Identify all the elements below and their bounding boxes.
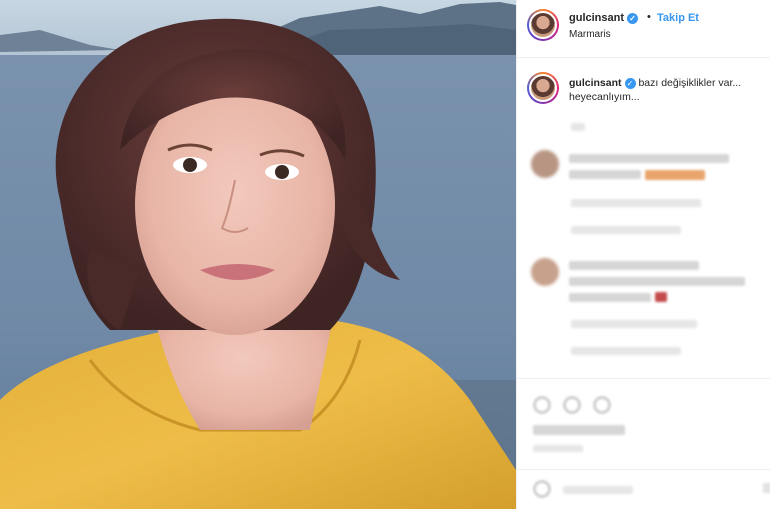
post-photo — [0, 0, 516, 509]
comment-text-blurred — [569, 261, 699, 270]
verified-badge-icon: ✓ — [624, 77, 636, 89]
comment-meta-blurred — [571, 320, 697, 328]
separator-dot: • — [647, 11, 651, 23]
caption: gulcinsant ✓ bazı değişiklikler var... he… — [569, 76, 749, 104]
divider — [517, 378, 770, 379]
verified-badge-icon: ✓ — [627, 12, 639, 24]
comment-icon[interactable] — [563, 396, 581, 414]
follow-button[interactable]: Takip Et — [657, 12, 699, 24]
comment-avatar — [531, 150, 559, 178]
location-link[interactable]: Marmaris — [569, 29, 611, 40]
replies-link-blurred — [571, 226, 681, 234]
post-header: gulcinsant ✓ • Takip Et Marmaris — [517, 0, 770, 58]
divider — [517, 469, 770, 470]
comment-emoji-blurred — [645, 170, 705, 180]
comment-input-blurred[interactable] — [563, 486, 633, 494]
comment-text-blurred — [569, 277, 745, 286]
likes-count-blurred — [533, 425, 625, 435]
post-sidebar: gulcinsant ✓ • Takip Et Marmaris gulcinsa… — [516, 0, 770, 509]
username-text[interactable]: gulcinsant — [569, 12, 624, 24]
replies-link-blurred — [571, 347, 681, 355]
comment-text-blurred — [569, 293, 651, 302]
header-username[interactable]: gulcinsant ✓ — [569, 12, 639, 24]
post-date-blurred — [533, 445, 583, 452]
caption-username[interactable]: gulcinsant — [569, 77, 622, 89]
caption-time-blurred — [571, 123, 585, 131]
comment-avatar — [531, 258, 559, 286]
caption-avatar[interactable] — [527, 72, 559, 104]
avatar[interactable] — [527, 9, 559, 41]
emoji-icon[interactable] — [533, 480, 551, 498]
selfie-image — [0, 0, 516, 509]
comment-meta-blurred — [571, 199, 701, 207]
comment-text-blurred — [569, 154, 729, 163]
comment-text-blurred — [569, 170, 641, 179]
share-icon[interactable] — [593, 396, 611, 414]
heart-icon[interactable] — [533, 396, 551, 414]
post-button-blurred[interactable] — [763, 483, 770, 493]
comment-emoji-blurred — [655, 292, 667, 302]
